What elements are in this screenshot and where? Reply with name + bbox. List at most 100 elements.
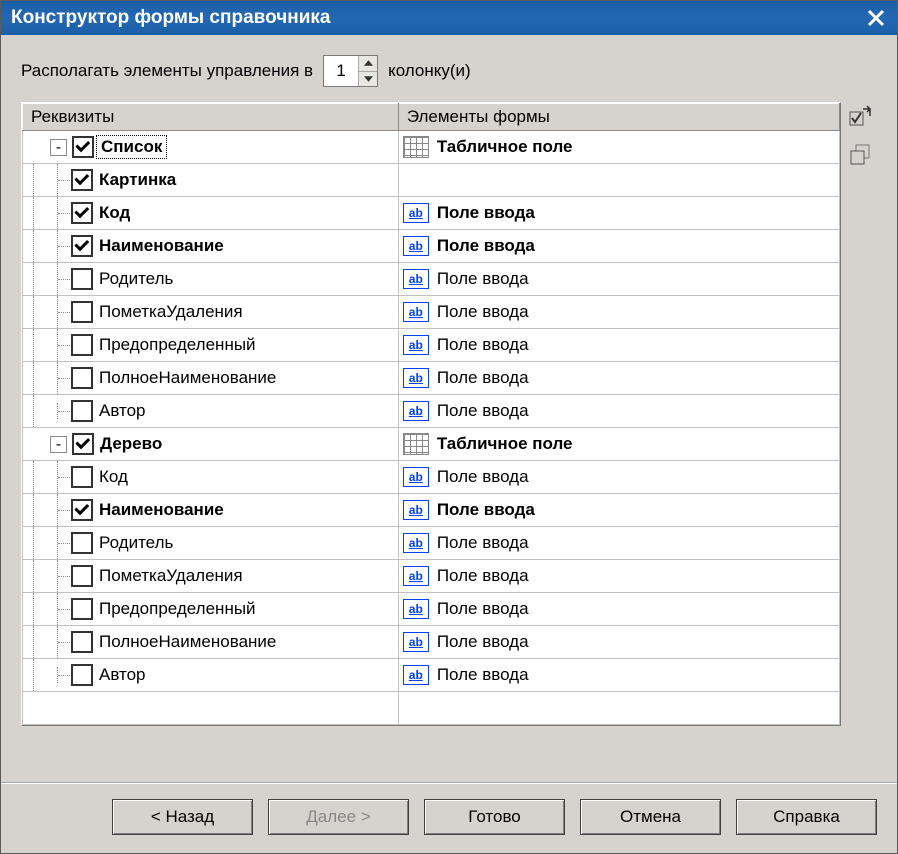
spinner-down[interactable] xyxy=(359,72,377,87)
element-label: Поле ввода xyxy=(437,368,529,388)
columns-spinner[interactable] xyxy=(323,55,378,87)
input-field-icon: ab xyxy=(403,203,429,223)
input-field-icon: ab xyxy=(403,401,429,421)
row-label: Наименование xyxy=(99,236,224,256)
check-all-button[interactable] xyxy=(847,104,875,132)
element-label: Поле ввода xyxy=(437,302,529,322)
columns-control-row: Располагать элементы управления в колонк… xyxy=(21,55,877,87)
table-row xyxy=(23,692,840,725)
table-row[interactable]: ПометкаУдаления ab Поле ввода xyxy=(23,296,840,329)
columns-input[interactable] xyxy=(324,56,358,86)
row-checkbox[interactable] xyxy=(71,499,93,521)
element-label: Поле ввода xyxy=(437,269,529,289)
table-row[interactable]: Автор ab Поле ввода xyxy=(23,659,840,692)
close-button[interactable] xyxy=(865,7,887,29)
input-field-icon: ab xyxy=(403,533,429,553)
table-row[interactable]: КодabПоле ввода xyxy=(23,461,840,494)
row-checkbox[interactable] xyxy=(71,301,93,323)
element-label: Поле ввода xyxy=(437,665,529,685)
input-field-icon: ab xyxy=(403,665,429,685)
back-button[interactable]: < Назад xyxy=(112,799,253,835)
element-label: Табличное поле xyxy=(437,137,573,157)
element-label: Поле ввода xyxy=(437,467,529,487)
table-row[interactable]: РодительabПоле ввода xyxy=(23,527,840,560)
row-checkbox[interactable] xyxy=(71,532,93,554)
table-row[interactable]: ПометкаУдаленияabПоле ввода xyxy=(23,560,840,593)
row-checkbox[interactable] xyxy=(71,169,93,191)
table-row[interactable]: ПредопределенныйabПоле ввода xyxy=(23,593,840,626)
table-row[interactable]: Родитель ab Поле ввода xyxy=(23,263,840,296)
attributes-grid: Реквизиты Элементы формы - Список Таблично… xyxy=(21,102,841,726)
element-label: Поле ввода xyxy=(437,203,535,223)
next-button: Далее > xyxy=(268,799,409,835)
table-row[interactable]: -ДеревоТабличное поле xyxy=(23,428,840,461)
row-checkbox[interactable] xyxy=(71,400,93,422)
row-checkbox[interactable] xyxy=(71,367,93,389)
row-label: Дерево xyxy=(100,434,162,454)
table-row[interactable]: Код ab Поле ввода xyxy=(23,197,840,230)
row-checkbox[interactable] xyxy=(71,598,93,620)
col-header-attributes[interactable]: Реквизиты xyxy=(23,104,399,131)
input-field-icon: ab xyxy=(403,236,429,256)
row-label: Родитель xyxy=(99,269,173,289)
table-row[interactable]: НаименованиеabПоле ввода xyxy=(23,494,840,527)
row-label: ПометкаУдаления xyxy=(99,302,243,322)
input-field-icon: ab xyxy=(403,599,429,619)
row-checkbox[interactable] xyxy=(71,334,93,356)
row-checkbox[interactable] xyxy=(71,466,93,488)
table-row[interactable]: Картинка xyxy=(23,164,840,197)
row-checkbox[interactable] xyxy=(71,202,93,224)
row-label: Код xyxy=(99,467,128,487)
tree-toggle[interactable]: - xyxy=(50,436,67,453)
finish-button[interactable]: Готово xyxy=(424,799,565,835)
input-field-icon: ab xyxy=(403,269,429,289)
table-field-icon xyxy=(403,433,429,455)
cancel-button[interactable]: Отмена xyxy=(580,799,721,835)
row-label: Код xyxy=(99,203,130,223)
row-checkbox[interactable] xyxy=(71,565,93,587)
row-label: Автор xyxy=(99,401,146,421)
tree-toggle[interactable]: - xyxy=(50,139,67,156)
row-checkbox[interactable] xyxy=(72,433,94,455)
element-label: Поле ввода xyxy=(437,236,535,256)
table-row[interactable]: Наименование ab Поле ввода xyxy=(23,230,840,263)
table-row[interactable]: ПолноеНаименованиеabПоле ввода xyxy=(23,626,840,659)
window-title: Конструктор формы справочника xyxy=(11,7,330,29)
check-all-icon xyxy=(848,105,874,131)
row-checkbox[interactable] xyxy=(71,631,93,653)
element-label: Поле ввода xyxy=(437,335,529,355)
element-label: Поле ввода xyxy=(437,401,529,421)
input-field-icon: ab xyxy=(403,566,429,586)
table-row[interactable]: ПредопределенныйabПоле ввода xyxy=(23,329,840,362)
row-checkbox[interactable] xyxy=(71,235,93,257)
row-checkbox[interactable] xyxy=(72,136,94,158)
table-row[interactable]: - Список Табличное поле xyxy=(23,131,840,164)
row-label: ПолноеНаименование xyxy=(99,632,276,652)
table-row[interactable]: ПолноеНаименованиеabПоле ввода xyxy=(23,362,840,395)
col-header-elements[interactable]: Элементы формы xyxy=(398,104,839,131)
columns-label-after: колонку(и) xyxy=(388,61,471,81)
row-checkbox[interactable] xyxy=(71,268,93,290)
input-field-icon: ab xyxy=(403,302,429,322)
element-label: Поле ввода xyxy=(437,632,529,652)
element-label: Поле ввода xyxy=(437,533,529,553)
titlebar: Конструктор формы справочника xyxy=(1,1,897,35)
spinner-up[interactable] xyxy=(359,56,377,72)
row-label: Наименование xyxy=(99,500,224,520)
uncheck-all-icon xyxy=(848,143,874,169)
row-label: Список xyxy=(96,135,167,159)
uncheck-all-button[interactable] xyxy=(847,142,875,170)
row-label: Автор xyxy=(99,665,146,685)
dialog-buttons: < Назад Далее > Готово Отмена Справка xyxy=(1,782,897,853)
row-checkbox[interactable] xyxy=(71,664,93,686)
close-icon xyxy=(867,9,885,27)
input-field-icon: ab xyxy=(403,500,429,520)
table-row[interactable]: Автор ab Поле ввода xyxy=(23,395,840,428)
element-label: Поле ввода xyxy=(437,566,529,586)
table-field-icon xyxy=(403,136,429,158)
row-label: Предопределенный xyxy=(99,599,256,619)
input-field-icon: ab xyxy=(403,335,429,355)
row-label: Картинка xyxy=(99,170,176,190)
input-field-icon: ab xyxy=(403,368,429,388)
help-button[interactable]: Справка xyxy=(736,799,877,835)
